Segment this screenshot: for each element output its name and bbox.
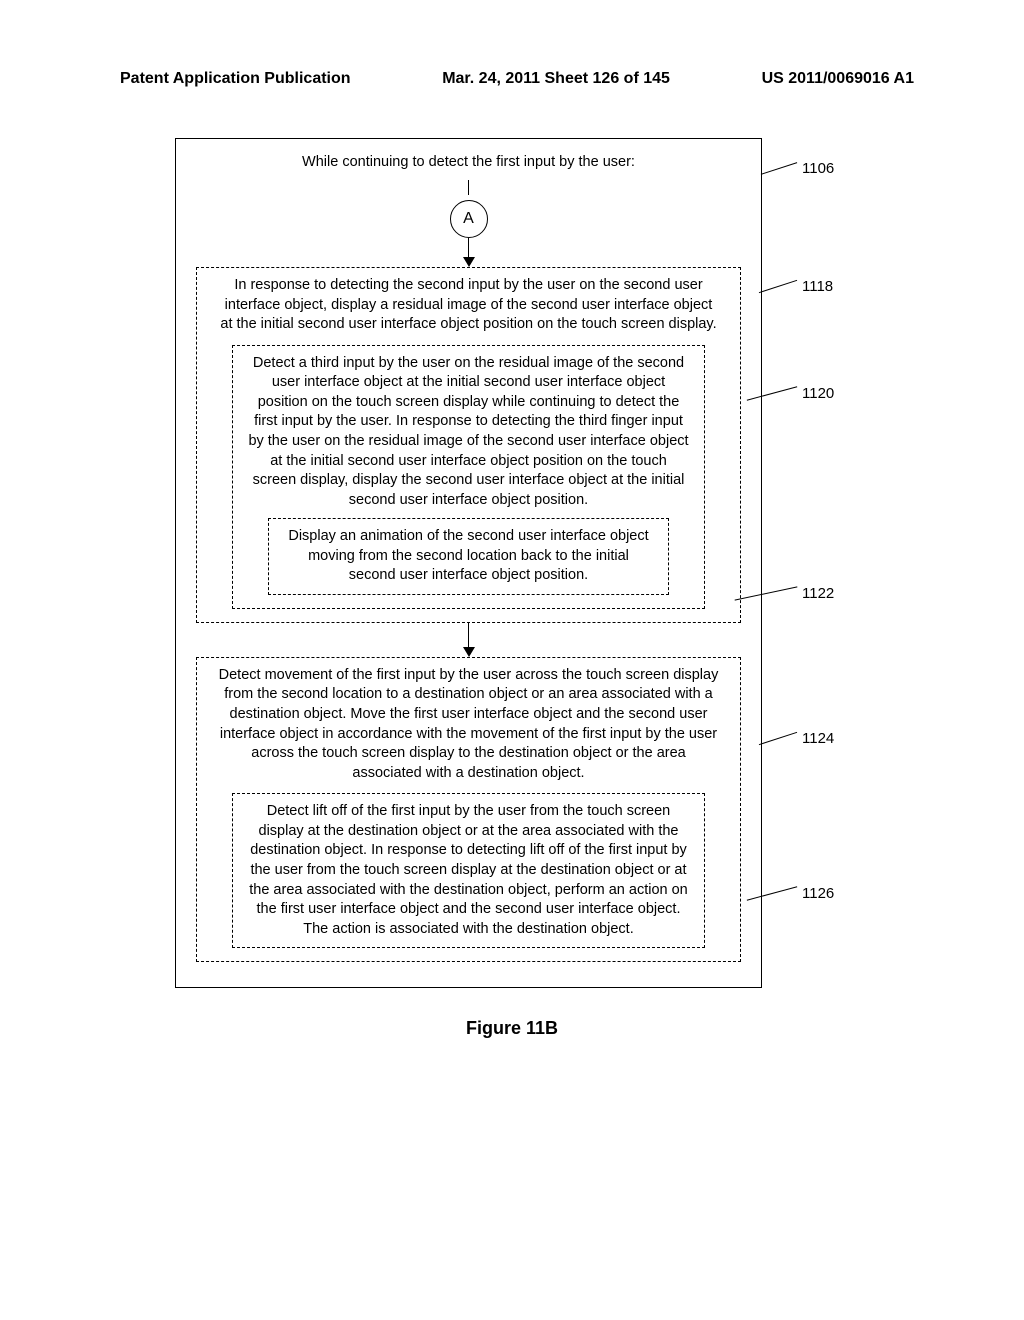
box-1124-text: Detect movement of the first input by th…: [219, 667, 719, 781]
refnum-1118: 1118: [802, 278, 833, 295]
header-center: Mar. 24, 2011 Sheet 126 of 145: [442, 70, 670, 88]
leader-1106: [761, 162, 797, 175]
box-1118-text: In response to detecting the second inpu…: [220, 277, 716, 332]
arrow: [176, 258, 761, 267]
box-1124: Detect movement of the first input by th…: [196, 657, 741, 962]
vline: [468, 238, 470, 258]
header-right: US 2011/0069016 A1: [762, 70, 914, 88]
box-1126-text: Detect lift off of the first input by th…: [249, 803, 688, 936]
box-1106: While continuing to detect the first inp…: [175, 138, 762, 988]
refnum-1122: 1122: [802, 585, 834, 602]
box-1122: Display an animation of the second user …: [268, 518, 669, 595]
refnum-1106: 1106: [802, 160, 834, 177]
box-1120: Detect a third input by the user on the …: [232, 345, 705, 609]
page-header: Patent Application Publication Mar. 24, …: [0, 70, 1024, 88]
leader-1124: [759, 732, 797, 745]
refnum-1124: 1124: [802, 730, 834, 747]
vline: [468, 180, 470, 195]
figure-label: Figure 11B: [0, 1018, 1024, 1039]
box-1106-heading: While continuing to detect the first inp…: [176, 149, 761, 180]
box-1118: In response to detecting the second inpu…: [196, 267, 741, 623]
box-1120-text: Detect a third input by the user on the …: [248, 355, 688, 508]
patent-page: Patent Application Publication Mar. 24, …: [0, 0, 1024, 1320]
box-1126: Detect lift off of the first input by th…: [232, 793, 705, 948]
leader-1118: [759, 280, 797, 293]
connector-a: A: [450, 200, 488, 238]
arrow: [176, 648, 761, 657]
refnum-1126: 1126: [802, 885, 834, 902]
header-left: Patent Application Publication: [120, 70, 351, 88]
box-1122-text: Display an animation of the second user …: [288, 528, 648, 583]
vline: [468, 623, 470, 648]
refnum-1120: 1120: [802, 385, 834, 402]
